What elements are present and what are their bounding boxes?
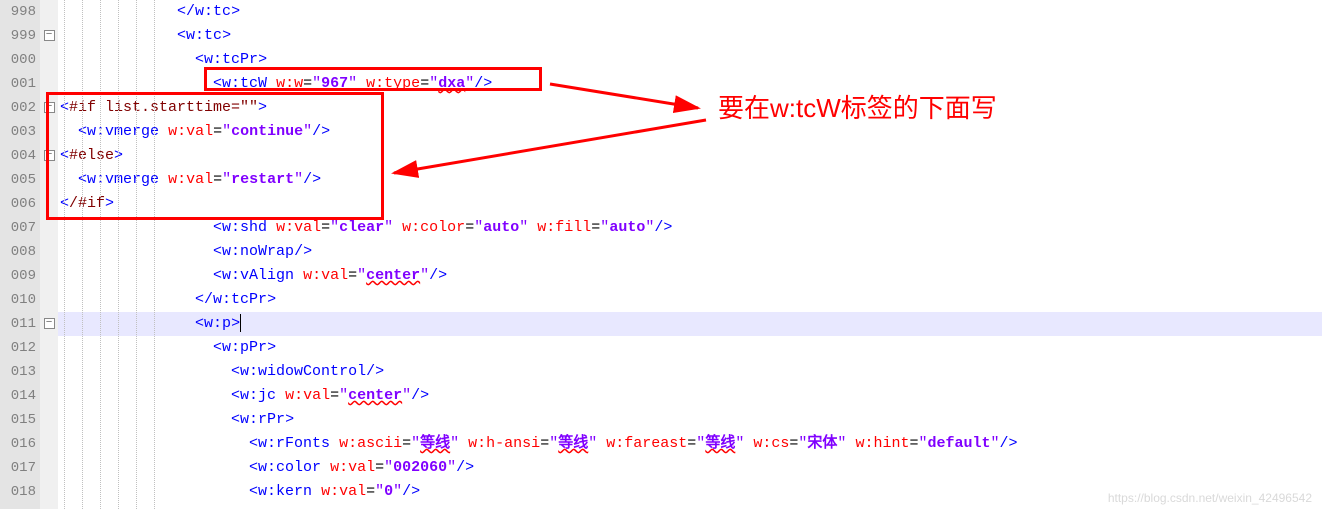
fold-marker[interactable] — [40, 48, 58, 72]
line-number: 004 — [0, 144, 40, 168]
code-line[interactable]: <w:color w:val="002060"/> — [58, 456, 1322, 480]
code-line[interactable]: <w:tcW w:w="967" w:type="dxa"/> — [58, 72, 1322, 96]
fold-marker[interactable] — [40, 480, 58, 504]
fold-marker[interactable] — [40, 456, 58, 480]
fold-marker[interactable] — [40, 192, 58, 216]
line-number: 005 — [0, 168, 40, 192]
code-line[interactable]: <w:noWrap/> — [58, 240, 1322, 264]
code-line[interactable]: <w:tcPr> — [58, 48, 1322, 72]
line-number: 002 — [0, 96, 40, 120]
text-caret-icon — [240, 314, 241, 332]
code-line[interactable]: <w:rFonts w:ascii="等线" w:h-ansi="等线" w:f… — [58, 432, 1322, 456]
fold-marker[interactable] — [40, 72, 58, 96]
code-area[interactable]: </w:tc> <w:tc> <w:tcPr> <w:tcW w:w="967"… — [58, 0, 1322, 509]
code-line[interactable]: <#else> — [58, 144, 1322, 168]
code-editor: 998 999 000 001 002 003 004 005 006 007 … — [0, 0, 1322, 509]
line-number: 014 — [0, 384, 40, 408]
fold-marker[interactable] — [40, 432, 58, 456]
code-line-current[interactable]: <w:p> — [58, 312, 1322, 336]
code-line[interactable]: <w:tc> — [58, 24, 1322, 48]
line-number: 015 — [0, 408, 40, 432]
fold-marker[interactable]: − — [40, 24, 58, 48]
line-number: 013 — [0, 360, 40, 384]
fold-marker[interactable] — [40, 264, 58, 288]
line-number: 998 — [0, 0, 40, 24]
line-number: 009 — [0, 264, 40, 288]
code-line[interactable]: <w:shd w:val="clear" w:color="auto" w:fi… — [58, 216, 1322, 240]
code-line[interactable]: <w:rPr> — [58, 408, 1322, 432]
code-line[interactable]: <#if list.starttime=""> — [58, 96, 1322, 120]
code-line[interactable]: <w:vmerge w:val="restart"/> — [58, 168, 1322, 192]
fold-marker[interactable] — [40, 216, 58, 240]
line-number: 007 — [0, 216, 40, 240]
code-line[interactable]: <w:widowControl/> — [58, 360, 1322, 384]
code-line[interactable]: <w:jc w:val="center"/> — [58, 384, 1322, 408]
line-number: 006 — [0, 192, 40, 216]
line-number: 003 — [0, 120, 40, 144]
line-number: 012 — [0, 336, 40, 360]
code-line[interactable]: <w:vAlign w:val="center"/> — [58, 264, 1322, 288]
fold-marker[interactable] — [40, 336, 58, 360]
line-number: 001 — [0, 72, 40, 96]
code-line[interactable]: </w:tc> — [58, 0, 1322, 24]
watermark-text: https://blog.csdn.net/weixin_42496542 — [1108, 491, 1312, 505]
code-line[interactable]: </w:tcPr> — [58, 288, 1322, 312]
fold-marker[interactable]: − — [40, 312, 58, 336]
line-number: 016 — [0, 432, 40, 456]
line-number: 999 — [0, 24, 40, 48]
fold-marker[interactable] — [40, 0, 58, 24]
fold-marker[interactable]: − — [40, 144, 58, 168]
line-number: 011 — [0, 312, 40, 336]
line-number-gutter: 998 999 000 001 002 003 004 005 006 007 … — [0, 0, 40, 509]
code-line[interactable]: <w:pPr> — [58, 336, 1322, 360]
line-number: 000 — [0, 48, 40, 72]
code-line[interactable]: </#if> — [58, 192, 1322, 216]
fold-marker[interactable] — [40, 168, 58, 192]
fold-marker[interactable] — [40, 360, 58, 384]
fold-marker[interactable] — [40, 384, 58, 408]
fold-marker[interactable]: − — [40, 96, 58, 120]
fold-marker[interactable] — [40, 408, 58, 432]
fold-marker[interactable] — [40, 288, 58, 312]
fold-column: − − − − — [40, 0, 58, 509]
annotation-text: 要在w:tcW标签的下面写 — [718, 88, 997, 125]
line-number: 018 — [0, 480, 40, 504]
fold-marker[interactable] — [40, 240, 58, 264]
fold-marker[interactable] — [40, 120, 58, 144]
line-number: 017 — [0, 456, 40, 480]
line-number: 010 — [0, 288, 40, 312]
line-number: 008 — [0, 240, 40, 264]
code-line[interactable]: <w:vmerge w:val="continue"/> — [58, 120, 1322, 144]
